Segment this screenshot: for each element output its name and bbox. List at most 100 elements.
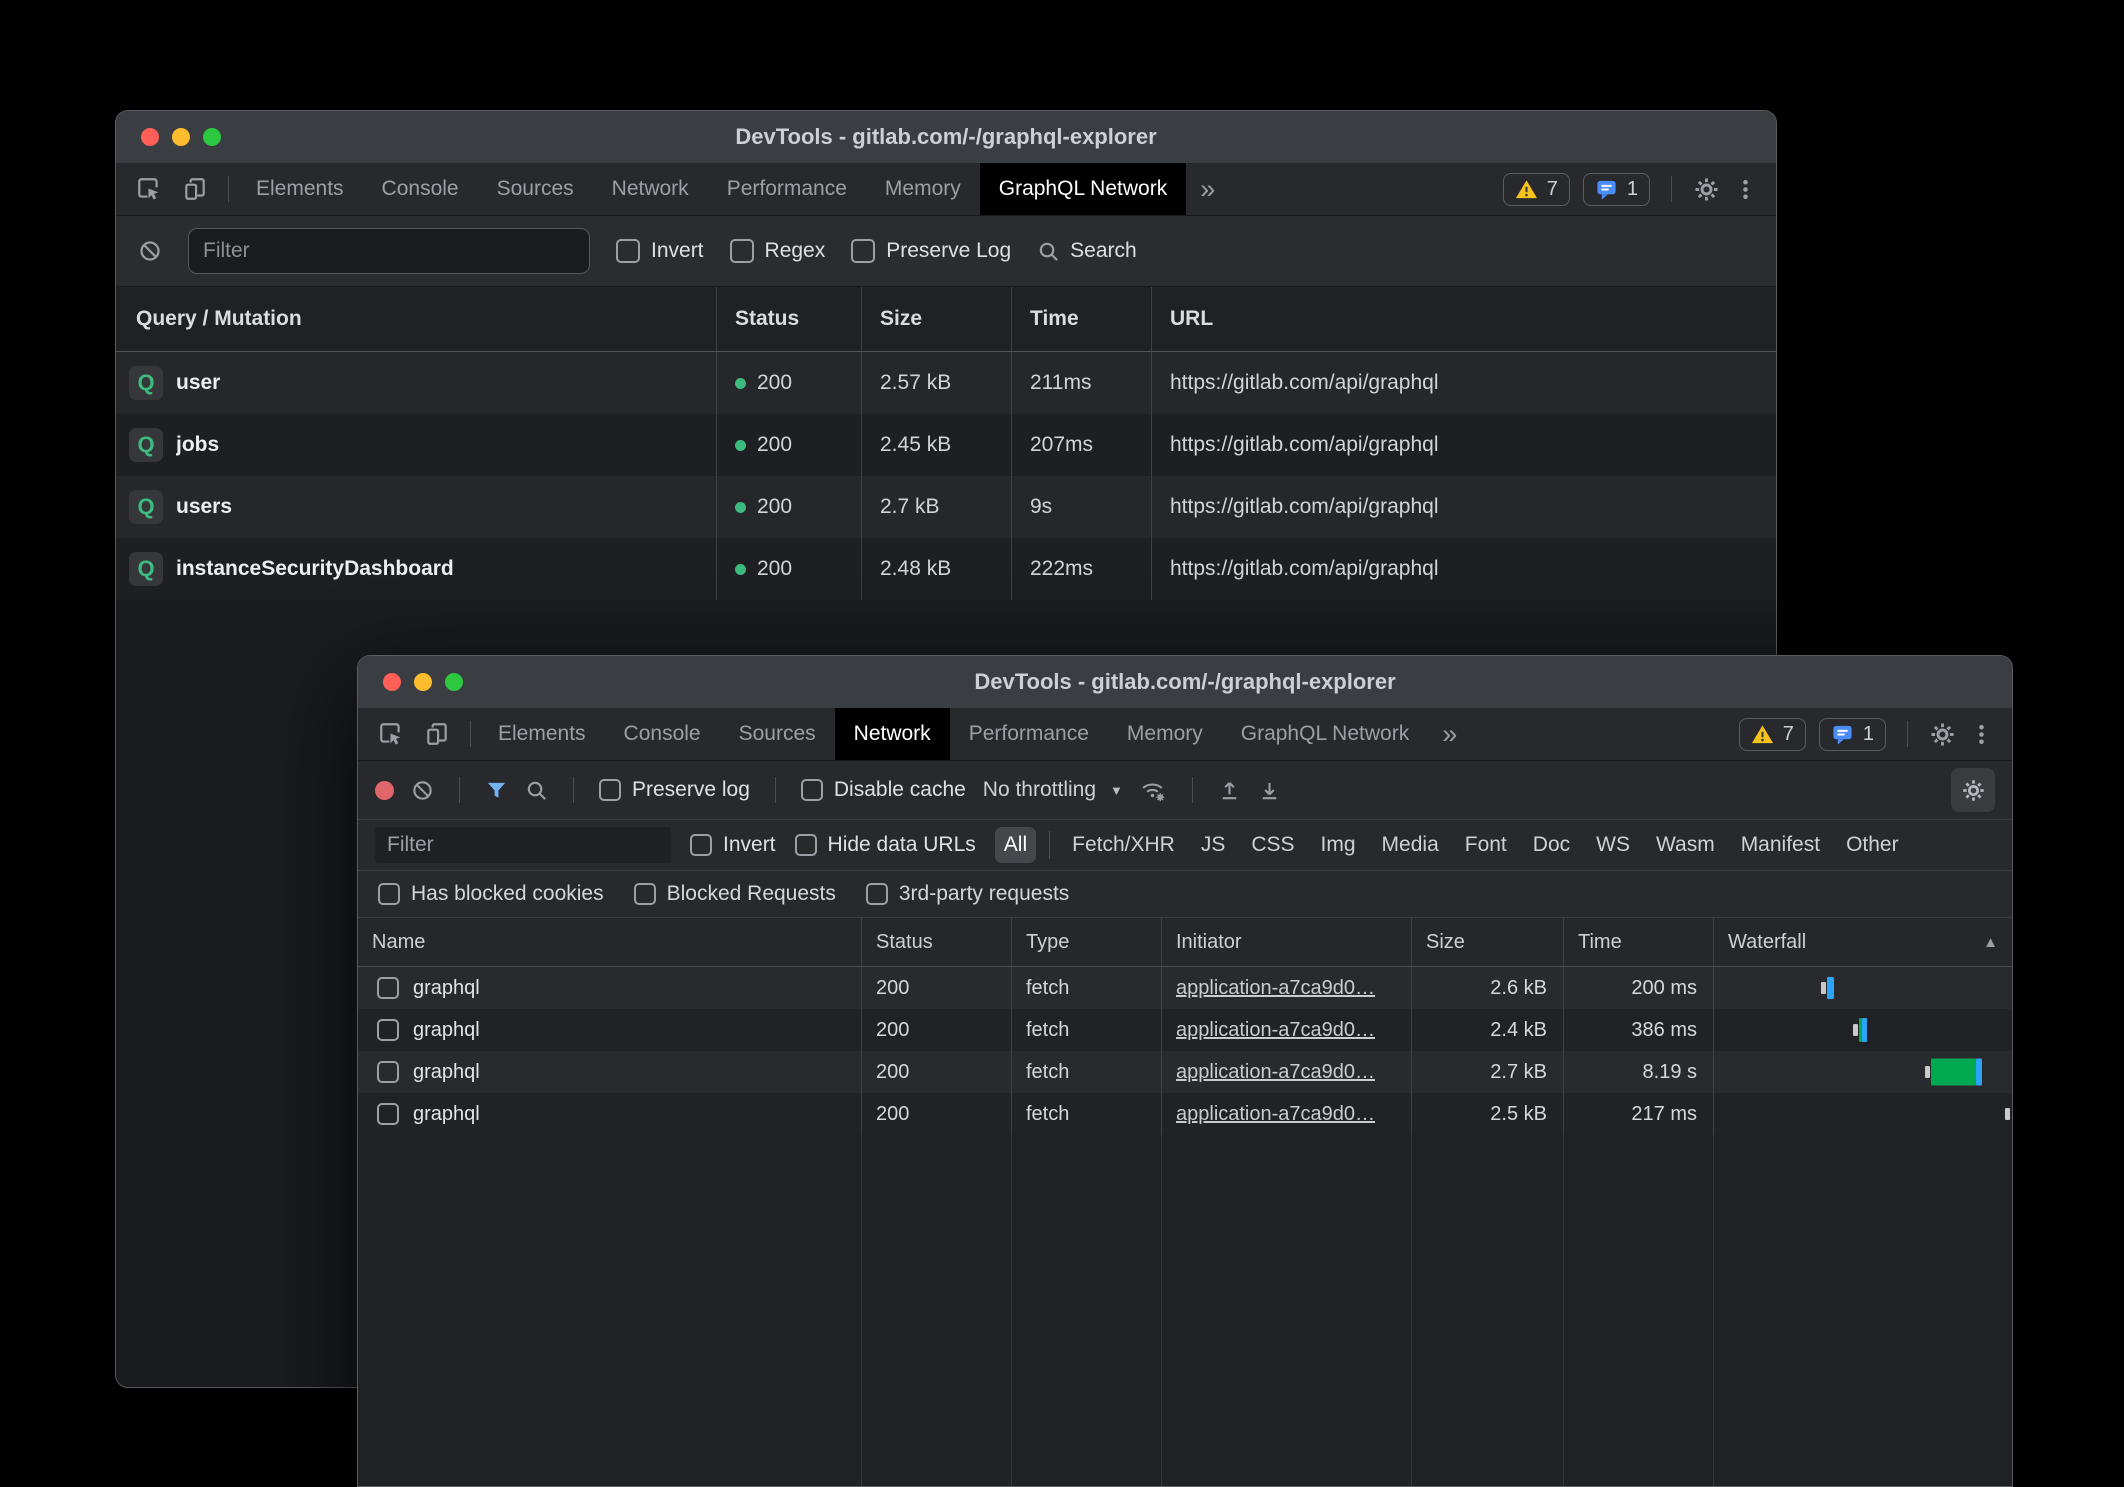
filter-chip-ws[interactable]: WS — [1587, 827, 1639, 863]
filter-chip-wasm[interactable]: Wasm — [1647, 827, 1724, 863]
device-toolbar-icon[interactable] — [424, 721, 450, 747]
col-type[interactable]: Type — [1011, 918, 1161, 966]
col-query-mutation[interactable]: Query / Mutation — [116, 287, 716, 351]
col-url[interactable]: URL — [1151, 287, 1776, 351]
tab-elements[interactable]: Elements — [237, 163, 363, 215]
table-row[interactable]: Q user 200 2.57 kB 211ms https://gitlab.… — [116, 352, 1776, 414]
filter-chip-media[interactable]: Media — [1373, 827, 1448, 863]
tab-memory[interactable]: Memory — [1108, 708, 1222, 760]
table-row[interactable]: graphql 200 fetch application-a7ca9d0… 2… — [358, 1051, 2012, 1093]
filter-chip-css[interactable]: CSS — [1242, 827, 1303, 863]
table-row[interactable]: graphql 200 fetch application-a7ca9d0… 2… — [358, 967, 2012, 1009]
filter-chip-doc[interactable]: Doc — [1524, 827, 1579, 863]
table-row[interactable]: graphql 200 fetch application-a7ca9d0… 2… — [358, 1009, 2012, 1051]
messages-badge[interactable]: 1 — [1819, 718, 1886, 751]
checkbox[interactable] — [378, 883, 400, 905]
invert-checkbox[interactable]: Invert — [616, 239, 704, 263]
row-checkbox[interactable] — [377, 1061, 399, 1083]
tab-memory[interactable]: Memory — [866, 163, 980, 215]
device-toolbar-icon[interactable] — [182, 176, 208, 202]
initiator-link[interactable]: application-a7ca9d0… — [1176, 977, 1375, 1000]
third-party-requests-checkbox[interactable]: 3rd-party requests — [866, 882, 1069, 906]
clear-icon[interactable] — [138, 239, 162, 263]
initiator-link[interactable]: application-a7ca9d0… — [1176, 1019, 1375, 1042]
filter-chip-font[interactable]: Font — [1456, 827, 1516, 863]
row-checkbox[interactable] — [377, 977, 399, 999]
initiator-link[interactable]: application-a7ca9d0… — [1176, 1061, 1375, 1084]
tab-performance[interactable]: Performance — [950, 708, 1108, 760]
more-tabs-icon[interactable]: » — [1428, 708, 1471, 760]
row-checkbox[interactable] — [377, 1103, 399, 1125]
filter-chip-manifest[interactable]: Manifest — [1732, 827, 1829, 863]
tab-graphql-network[interactable]: GraphQL Network — [980, 163, 1186, 215]
settings-gear-icon[interactable] — [1693, 176, 1720, 203]
regex-checkbox[interactable]: Regex — [730, 239, 826, 263]
close-button[interactable] — [141, 128, 159, 146]
throttling-dropdown[interactable]: No throttling ▼ — [983, 778, 1123, 802]
warnings-badge[interactable]: 7 — [1503, 173, 1570, 206]
tab-graphql-network[interactable]: GraphQL Network — [1222, 708, 1428, 760]
hide-data-urls-checkbox[interactable]: Hide data URLs — [795, 833, 976, 857]
network-conditions-icon[interactable] — [1140, 777, 1167, 804]
checkbox[interactable] — [795, 834, 817, 856]
preserve-log-checkbox[interactable]: Preserve log — [599, 778, 750, 802]
filter-input[interactable] — [375, 827, 671, 863]
col-time[interactable]: Time — [1563, 918, 1713, 966]
tab-console[interactable]: Console — [605, 708, 720, 760]
sort-asc-icon[interactable]: ▲ — [1983, 934, 1998, 951]
more-tabs-icon[interactable]: » — [1186, 163, 1229, 215]
kebab-menu-icon[interactable] — [1969, 722, 1994, 747]
checkbox[interactable] — [616, 239, 640, 263]
col-time[interactable]: Time — [1011, 287, 1151, 351]
close-button[interactable] — [383, 673, 401, 691]
search-icon[interactable] — [525, 779, 548, 802]
tab-sources[interactable]: Sources — [478, 163, 593, 215]
tab-network[interactable]: Network — [835, 708, 950, 760]
inspect-icon[interactable] — [378, 721, 404, 747]
zoom-button[interactable] — [203, 128, 221, 146]
filter-chip-js[interactable]: JS — [1192, 827, 1235, 863]
tab-elements[interactable]: Elements — [479, 708, 605, 760]
minimize-button[interactable] — [172, 128, 190, 146]
network-settings-button[interactable] — [1951, 768, 1995, 812]
blocked-requests-checkbox[interactable]: Blocked Requests — [634, 882, 836, 906]
table-row[interactable]: Q instanceSecurityDashboard 200 2.48 kB … — [116, 538, 1776, 600]
record-button[interactable] — [375, 781, 394, 800]
kebab-menu-icon[interactable] — [1733, 177, 1758, 202]
col-size[interactable]: Size — [861, 287, 1011, 351]
filter-input[interactable] — [188, 228, 590, 274]
filter-chip-fetch-xhr[interactable]: Fetch/XHR — [1063, 827, 1184, 863]
tab-console[interactable]: Console — [363, 163, 478, 215]
table-row[interactable]: Q users 200 2.7 kB 9s https://gitlab.com… — [116, 476, 1776, 538]
search-control[interactable]: Search — [1037, 239, 1137, 263]
disable-cache-checkbox[interactable]: Disable cache — [801, 778, 966, 802]
titlebar[interactable]: DevTools - gitlab.com/-/graphql-explorer — [358, 656, 2012, 708]
tab-sources[interactable]: Sources — [720, 708, 835, 760]
titlebar[interactable]: DevTools - gitlab.com/-/graphql-explorer — [116, 111, 1776, 163]
messages-badge[interactable]: 1 — [1583, 173, 1650, 206]
checkbox[interactable] — [634, 883, 656, 905]
col-initiator[interactable]: Initiator — [1161, 918, 1411, 966]
tab-network[interactable]: Network — [593, 163, 708, 215]
col-waterfall[interactable]: Waterfall ▲ — [1713, 918, 2012, 966]
has-blocked-cookies-checkbox[interactable]: Has blocked cookies — [378, 882, 604, 906]
filter-chip-all[interactable]: All — [995, 827, 1036, 863]
clear-icon[interactable] — [411, 779, 434, 802]
col-status[interactable]: Status — [716, 287, 861, 351]
checkbox[interactable] — [599, 779, 621, 801]
checkbox[interactable] — [730, 239, 754, 263]
import-har-icon[interactable] — [1218, 779, 1241, 802]
minimize-button[interactable] — [414, 673, 432, 691]
checkbox[interactable] — [690, 834, 712, 856]
settings-gear-icon[interactable] — [1929, 721, 1956, 748]
initiator-link[interactable]: application-a7ca9d0… — [1176, 1103, 1375, 1126]
checkbox[interactable] — [801, 779, 823, 801]
preserve-log-checkbox[interactable]: Preserve Log — [851, 239, 1011, 263]
row-checkbox[interactable] — [377, 1019, 399, 1041]
table-row[interactable]: graphql 200 fetch application-a7ca9d0… 2… — [358, 1093, 2012, 1135]
col-name[interactable]: Name — [358, 918, 861, 966]
table-row[interactable]: Q jobs 200 2.45 kB 207ms https://gitlab.… — [116, 414, 1776, 476]
export-har-icon[interactable] — [1258, 779, 1281, 802]
inspect-icon[interactable] — [136, 176, 162, 202]
tab-performance[interactable]: Performance — [708, 163, 866, 215]
